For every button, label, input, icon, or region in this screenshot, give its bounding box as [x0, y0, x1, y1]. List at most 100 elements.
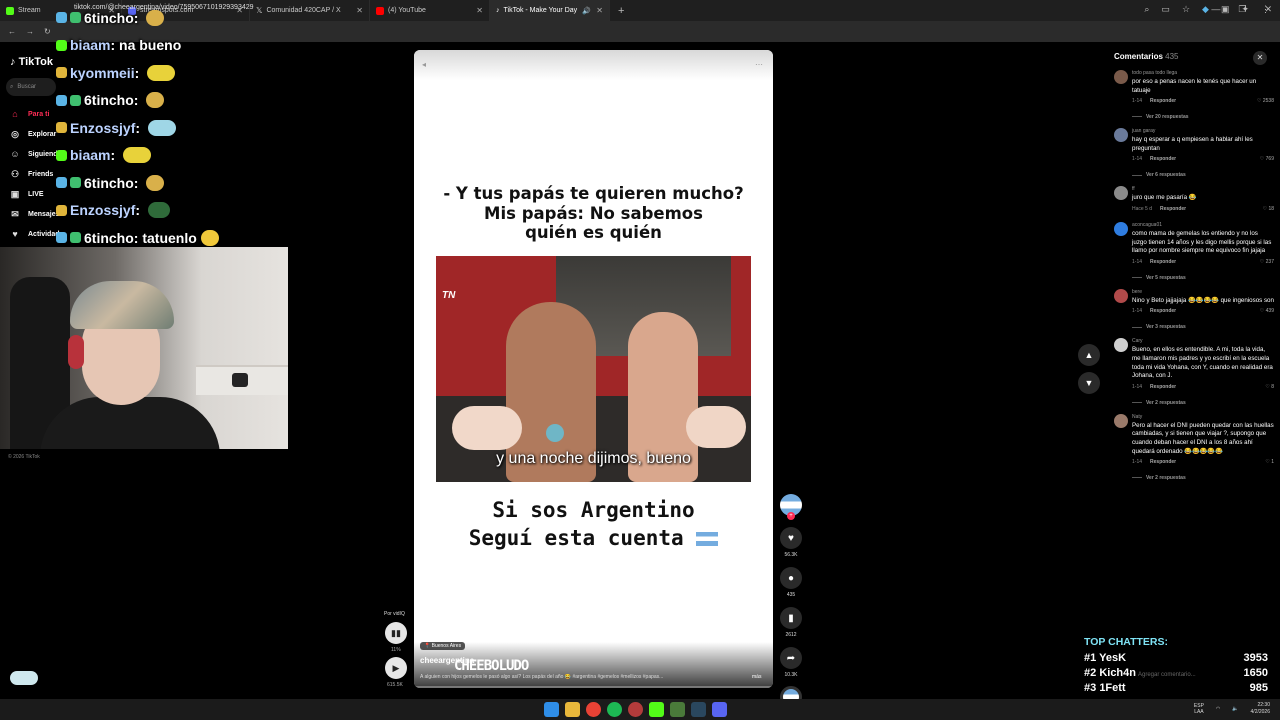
close-icon[interactable]: ✕ [356, 6, 363, 15]
sidebar-item-friends[interactable]: ⚇ Friends [10, 164, 62, 184]
sidebar-item-explorar[interactable]: ◎ Explorar [10, 124, 62, 144]
reply-button[interactable]: Responder [1160, 206, 1186, 212]
follow-plus-icon[interactable]: + [787, 512, 795, 520]
view-replies-button[interactable]: Ver 3 respuestas [1132, 324, 1274, 330]
reply-button[interactable]: Responder [1150, 156, 1176, 162]
close-icon[interactable]: ✕ [476, 6, 483, 15]
language-indicator[interactable]: ESP LAA [1194, 703, 1204, 715]
comment-count: 435 [786, 592, 796, 598]
reply-button[interactable]: Responder [1150, 98, 1176, 104]
tiktok-logo[interactable]: ♪ TikTok [10, 56, 53, 68]
like-action: ♥ 56.3K [780, 527, 802, 558]
close-comments-button[interactable]: ✕ [1253, 51, 1267, 65]
view-replies-button[interactable]: Ver 5 respuestas [1132, 275, 1274, 281]
video-player[interactable]: ◂ ⋯ - Y tus papás te quieren mucho? Mis … [414, 50, 773, 688]
sidebar-item-mensajes[interactable]: ✉ Mensajes [10, 204, 62, 224]
volume-icon[interactable]: ◂ [422, 60, 426, 69]
forward-icon[interactable]: → [26, 27, 34, 36]
commenter-name[interactable]: todo pasa todo llega [1132, 70, 1274, 76]
close-icon[interactable]: ✕ [596, 6, 603, 15]
reply-button[interactable]: Responder [1150, 259, 1176, 265]
bookmark-star-icon[interactable]: ☆ [1182, 4, 1190, 15]
commenter-name[interactable]: aconcagua01 [1132, 222, 1274, 228]
new-tab-button[interactable]: + [618, 5, 624, 17]
browser-tab[interactable]: 𝕏 Comunidad 420CAP / X ✕ [250, 0, 370, 21]
location-pill[interactable]: 📍 Buenos Aires [420, 642, 466, 650]
steam-icon[interactable] [691, 702, 706, 717]
comment-like-button[interactable]: ♡ 1 [1265, 459, 1274, 465]
view-replies-button[interactable]: Ver 6 respuestas [1132, 172, 1274, 178]
menu-icon[interactable]: ⋮ [1261, 4, 1270, 15]
back-icon[interactable]: ← [8, 27, 16, 36]
browser-tab-active[interactable]: ♪ TikTok - Make Your Day 🔊 ✕ [490, 0, 610, 21]
comment-like-button[interactable]: ♡ 18 [1263, 206, 1274, 212]
share-icon[interactable]: ➦ [780, 647, 802, 669]
commenter-name[interactable]: juan garay [1132, 128, 1274, 134]
commenter-avatar[interactable] [1114, 128, 1128, 143]
commenter-name[interactable]: ff [1132, 186, 1274, 192]
puzzle-icon[interactable]: ✦ [1241, 4, 1249, 15]
commenter-avatar[interactable] [1114, 338, 1128, 353]
comment-like-button[interactable]: ♡ 2538 [1257, 98, 1274, 104]
chrome-icon[interactable] [586, 702, 601, 717]
heart-icon[interactable]: ♥ [780, 527, 802, 549]
commenter-avatar[interactable] [1114, 70, 1128, 84]
start-icon[interactable] [544, 702, 559, 717]
more-link[interactable]: más [752, 674, 761, 680]
kick-icon[interactable] [649, 702, 664, 717]
toggle-switch[interactable] [10, 671, 38, 685]
view-replies-button[interactable]: Ver 2 respuestas [1132, 475, 1274, 481]
baby-right [686, 406, 746, 448]
discord-icon[interactable] [712, 702, 727, 717]
commenter-name[interactable]: Naty [1132, 414, 1274, 420]
file-explorer-icon[interactable] [565, 702, 580, 717]
stats-button[interactable]: ▮▮ [385, 622, 407, 644]
headset [68, 335, 84, 369]
extension-icon[interactable]: ◆ [1202, 4, 1209, 15]
comment-like-button[interactable]: ♡ 439 [1260, 308, 1274, 314]
reload-icon[interactable]: ↻ [44, 27, 51, 36]
sidebar-item-para-ti[interactable]: ⌂ Para ti [10, 104, 62, 124]
reply-button[interactable]: Responder [1150, 384, 1176, 390]
commenter-name[interactable]: Cary [1132, 338, 1274, 344]
cast-icon[interactable]: ▭ [1161, 4, 1170, 15]
commenter-avatar[interactable] [1114, 186, 1128, 201]
clock[interactable]: 22:30 4/2/2026 [1251, 702, 1270, 716]
reply-button[interactable]: Responder [1150, 308, 1176, 314]
badge-icon [56, 149, 67, 161]
search-input[interactable]: ⌕ Buscar [6, 78, 56, 96]
commenter-name[interactable]: bere [1132, 289, 1274, 295]
next-video-button[interactable]: ▼ [1078, 372, 1100, 394]
commenter-avatar[interactable] [1114, 413, 1128, 428]
comment-like-button[interactable]: ♡ 237 [1260, 259, 1274, 265]
previous-video-button[interactable]: ▲ [1078, 344, 1100, 366]
creator-avatar[interactable]: + [780, 494, 802, 520]
comment-like-button[interactable]: ♡ 769 [1260, 156, 1274, 162]
bookmark-icon[interactable]: ▮ [780, 607, 802, 629]
sidebar-item-actividad[interactable]: ♥ Actividad [10, 224, 62, 244]
wifi-icon[interactable]: ◠ [1216, 706, 1220, 712]
view-replies-button[interactable]: Ver 2 respuestas [1132, 400, 1274, 406]
volume-icon[interactable]: 🔈 [1232, 706, 1238, 712]
comment-icon[interactable]: ● [780, 567, 802, 589]
chat-username: 6tincho [84, 229, 134, 246]
browser-tab[interactable]: (4) YouTube ✕ [370, 0, 490, 21]
view-replies-button[interactable]: Ver 20 respuestas [1132, 114, 1274, 120]
video-progress-bar[interactable] [414, 686, 773, 688]
commenter-avatar[interactable] [1114, 221, 1128, 236]
comment-like-button[interactable]: ♡ 8 [1265, 384, 1274, 390]
sidebar-item-live[interactable]: ▣ LIVE [10, 184, 62, 204]
badge-icon [56, 177, 67, 189]
app-icon[interactable] [670, 702, 685, 717]
more-icon[interactable]: ⋯ [755, 60, 763, 69]
play-button[interactable]: ▶ [385, 657, 407, 679]
video-question-text: - Y tus papás te quieren mucho? Mis papá… [443, 184, 744, 242]
speaker-icon[interactable]: 🔊 [582, 7, 591, 15]
extension-icon[interactable]: ▣ [1221, 4, 1230, 15]
reply-button[interactable]: Responder [1150, 459, 1176, 465]
sidebar-item-siguiendo[interactable]: ☺ Siguiendo [10, 144, 61, 164]
app-icon[interactable] [628, 702, 643, 717]
spotify-icon[interactable] [607, 702, 622, 717]
search-icon[interactable]: ⌕ [1144, 4, 1149, 15]
commenter-avatar[interactable] [1114, 288, 1128, 303]
